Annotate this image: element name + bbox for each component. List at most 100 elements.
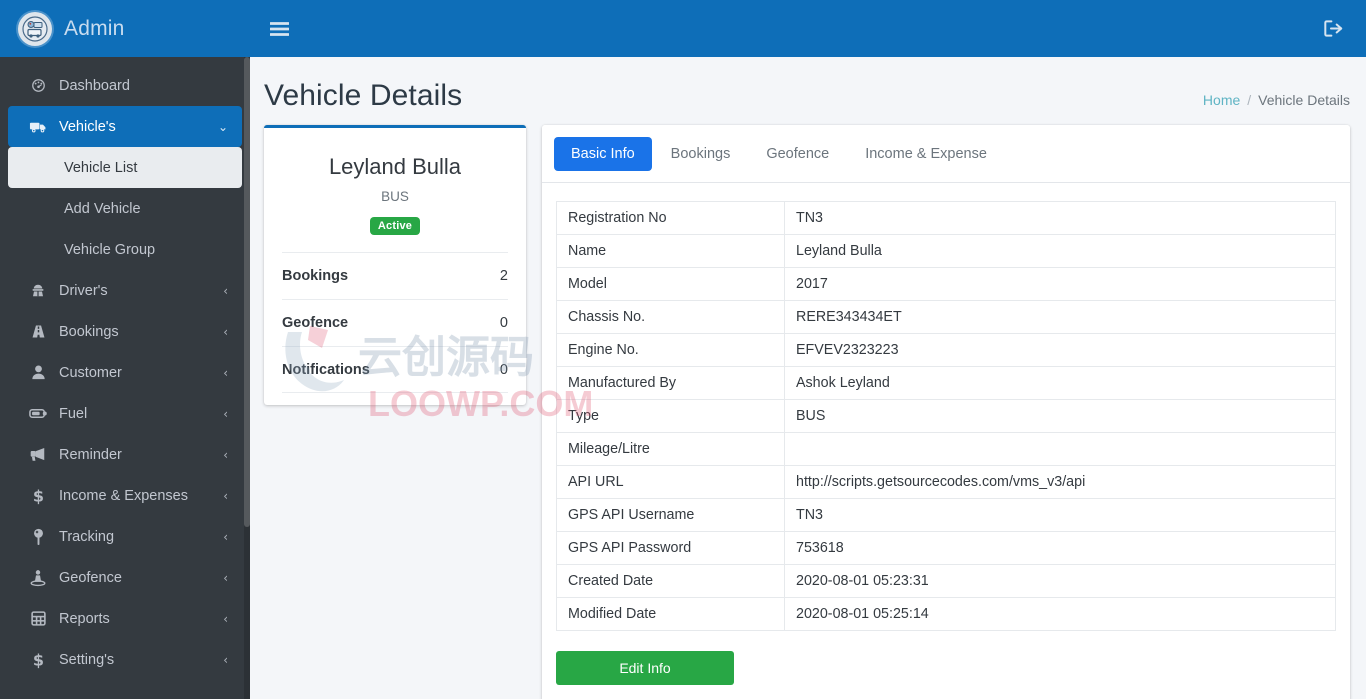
sidebar-item-income-expenses[interactable]: $ Income & Expenses ‹	[8, 475, 242, 516]
detail-key: Mileage/Litre	[556, 432, 785, 466]
chevron-left-icon: ‹	[223, 406, 228, 421]
stat-label: Bookings	[282, 268, 349, 284]
sidebar-subitem-vehicle-group[interactable]: Vehicle Group	[8, 229, 242, 270]
brand-title: Admin	[64, 16, 125, 40]
sidebar-item-vehicles[interactable]: Vehicle's ⌄	[8, 106, 242, 147]
list-item[interactable]: Bookings 2	[282, 252, 508, 299]
sidebar-subitem-label: Vehicle Group	[64, 241, 156, 258]
detail-key: Model	[556, 267, 785, 301]
sidebar-item-reports[interactable]: Reports ‹	[8, 598, 242, 639]
sidebar-item-label: Vehicle's	[59, 118, 116, 135]
map-pin-icon	[26, 528, 50, 546]
detail-value: Leyland Bulla	[784, 234, 1336, 268]
sidebar-subitem-vehicle-list[interactable]: Vehicle List	[8, 147, 242, 188]
sidebar-item-label: Tracking	[59, 528, 115, 545]
stat-value: 0	[499, 361, 508, 378]
detail-value: Ashok Leyland	[784, 366, 1336, 400]
svg-text:$: $	[32, 487, 43, 505]
detail-key: Created Date	[556, 564, 785, 598]
breadcrumb: Home / Vehicle Details	[1203, 92, 1350, 108]
detail-key: GPS API Password	[556, 531, 785, 565]
sidebar-item-label: Fuel	[59, 405, 88, 422]
chevron-down-icon: ⌄	[217, 119, 228, 134]
sidebar-item-fuel[interactable]: Fuel ‹	[8, 393, 242, 434]
hamburger-icon[interactable]	[270, 21, 289, 37]
vehicle-badge-icon	[18, 11, 52, 46]
chevron-left-icon: ‹	[223, 447, 228, 462]
sidebar-item-settings[interactable]: $ Setting's ‹	[8, 639, 242, 680]
chevron-left-icon: ‹	[223, 324, 228, 339]
chevron-left-icon: ‹	[223, 652, 228, 667]
edit-info-button[interactable]: Edit Info	[556, 651, 734, 685]
vehicle-type: BUS	[381, 189, 409, 204]
list-item[interactable]: Notifications 0	[282, 346, 508, 393]
sidebar-item-label: Dashboard	[59, 77, 130, 94]
dollar-icon: $	[26, 487, 50, 505]
sign-out-icon[interactable]	[1323, 19, 1344, 38]
stat-value: 2	[499, 268, 508, 284]
sidebar-nav: Dashboard Vehicle's ⌄ Vehicle List Add V…	[0, 57, 250, 699]
detail-value: TN3	[784, 498, 1336, 532]
detail-key: Chassis No.	[556, 300, 785, 334]
vehicle-details-table: Registration No TN3 Name Leyland Bulla M…	[556, 201, 1336, 631]
tab-income-expense[interactable]: Income & Expense	[848, 137, 1004, 171]
sidebar-item-dashboard[interactable]: Dashboard	[8, 65, 242, 106]
status-badge: Active	[369, 217, 421, 235]
breadcrumb-home-link[interactable]: Home	[1203, 92, 1240, 108]
detail-value: 753618	[784, 531, 1336, 565]
admin-app-window: Admin Dashboard Vehicle's ⌄ Vehicle List…	[0, 0, 1366, 699]
detail-key: Type	[556, 399, 785, 433]
tab-basic-info[interactable]: Basic Info	[554, 137, 652, 171]
detail-value: 2017	[784, 267, 1336, 301]
brand-header[interactable]: Admin	[0, 0, 250, 57]
tab-bar: Basic Info Bookings Geofence Income & Ex…	[542, 125, 1350, 183]
detail-value: http://scripts.getsourcecodes.com/vms_v3…	[784, 465, 1336, 499]
table-row: Registration No TN3	[556, 201, 1336, 235]
report-calculator-icon	[26, 610, 50, 627]
sidebar-item-tracking[interactable]: Tracking ‹	[8, 516, 242, 557]
breadcrumb-separator: /	[1247, 92, 1252, 108]
detail-value: EFVEV2323223	[784, 333, 1336, 367]
geofence-icon	[26, 569, 50, 587]
tab-bookings[interactable]: Bookings	[654, 137, 748, 171]
table-row: Name Leyland Bulla	[556, 234, 1336, 268]
vehicle-name: Leyland Bulla	[328, 154, 462, 179]
sidebar-item-geofence[interactable]: Geofence ‹	[8, 557, 242, 598]
tab-geofence[interactable]: Geofence	[749, 137, 846, 171]
dollar-icon: $	[26, 651, 50, 669]
list-item[interactable]: Geofence 0	[282, 299, 508, 346]
sidebar-item-reminder[interactable]: Reminder ‹	[8, 434, 242, 475]
table-row: GPS API Password 753618	[556, 531, 1336, 565]
fuel-gauge-icon	[26, 405, 50, 422]
detail-key: Modified Date	[556, 597, 785, 631]
driver-helmet-icon	[26, 282, 50, 299]
sidebar-item-bookings[interactable]: Bookings ‹	[8, 311, 242, 352]
stat-label: Geofence	[282, 315, 349, 331]
chevron-left-icon: ‹	[223, 283, 228, 298]
sidebar-item-customer[interactable]: Customer ‹	[8, 352, 242, 393]
sidebar-item-drivers[interactable]: Driver's ‹	[8, 270, 242, 311]
sidebar-subitem-label: Vehicle List	[64, 159, 138, 176]
tab-panel-basic-info: Registration No TN3 Name Leyland Bulla M…	[542, 183, 1350, 699]
table-row: GPS API Username TN3	[556, 498, 1336, 532]
stat-label: Notifications	[282, 361, 370, 378]
sidebar-subitem-add-vehicle[interactable]: Add Vehicle	[8, 188, 242, 229]
table-row: Model 2017	[556, 267, 1336, 301]
sidebar: Admin Dashboard Vehicle's ⌄ Vehicle List…	[0, 0, 250, 699]
vehicle-detail-card: Basic Info Bookings Geofence Income & Ex…	[542, 125, 1350, 699]
bullhorn-icon	[26, 446, 50, 463]
vehicle-profile-card: Leyland Bulla BUS Active Bookings 2 Geof…	[264, 125, 526, 405]
vehicle-stats-list: Bookings 2 Geofence 0 Notifications 0	[282, 252, 508, 393]
chevron-left-icon: ‹	[223, 529, 228, 544]
dashboard-gauge-icon	[26, 77, 50, 94]
detail-key: API URL	[556, 465, 785, 499]
table-row: Engine No. EFVEV2323223	[556, 333, 1336, 367]
breadcrumb-current: Vehicle Details	[1258, 92, 1350, 108]
chevron-left-icon: ‹	[223, 611, 228, 626]
table-row: Chassis No. RERE343434ET	[556, 300, 1336, 334]
detail-key: GPS API Username	[556, 498, 785, 532]
sidebar-item-label: Geofence	[59, 569, 122, 586]
detail-key: Manufactured By	[556, 366, 785, 400]
table-row: Mileage/Litre	[556, 432, 1336, 466]
truck-icon	[26, 118, 50, 135]
